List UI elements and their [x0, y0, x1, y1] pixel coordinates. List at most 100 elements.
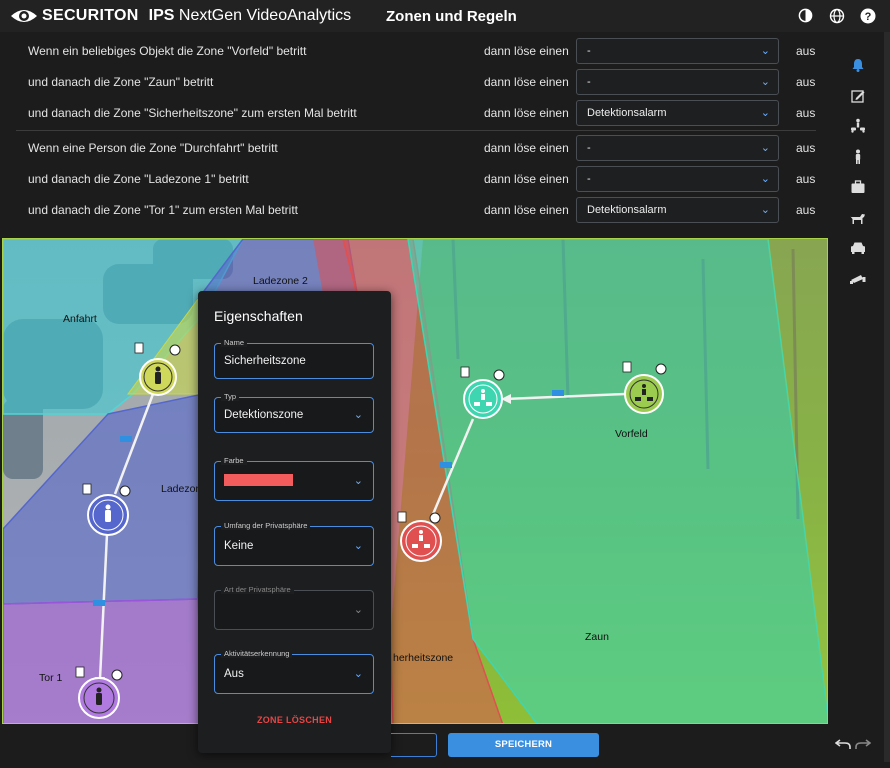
zone-label-ladezone-2: Ladezone 2 — [253, 275, 308, 287]
rule-condition: und danach die Zone "Tor 1" zum ersten M… — [28, 203, 298, 217]
activity-detection-select[interactable]: Aktivitätserkennung Aus ⌄ — [214, 649, 374, 694]
zone-label-tor-1: Tor 1 — [39, 672, 63, 684]
rule-action-select[interactable]: - ⌄ — [576, 135, 779, 161]
zone-node-zaun[interactable] — [463, 379, 503, 419]
rule-state: aus — [796, 106, 816, 120]
rule-action-value: - — [587, 76, 591, 88]
zone-label-zaun: Zaun — [585, 631, 609, 643]
redo-icon[interactable] — [855, 738, 871, 750]
rule-condition: Wenn ein beliebiges Objekt die Zone "Vor… — [28, 44, 307, 58]
rule-row: und danach die Zone "Sicherheitszone" zu… — [16, 97, 816, 128]
product-name-rest: NextGen VideoAnalytics — [174, 7, 352, 24]
undo-redo-group — [835, 738, 871, 750]
field-label: Aktivitätserkennung — [221, 649, 293, 658]
rule-action-select[interactable]: - ⌄ — [576, 166, 779, 192]
edit-icon[interactable] — [838, 81, 878, 112]
help-icon[interactable]: ? — [859, 7, 876, 24]
right-sidebar — [838, 50, 878, 294]
chevron-down-icon: ⌄ — [353, 668, 363, 680]
rule-condition: Wenn eine Person die Zone "Durchfahrt" b… — [28, 141, 278, 155]
rule-then: dann löse einen — [484, 172, 569, 186]
zone-type-select[interactable]: Typ Detektionszone ⌄ — [214, 392, 374, 433]
chevron-down-icon: ⌄ — [353, 540, 363, 552]
rule-action-value: - — [587, 173, 591, 185]
rule-condition: und danach die Zone "Ladezone 1" betritt — [28, 172, 249, 186]
securiton-eye-icon — [11, 10, 37, 22]
dog-icon[interactable] — [838, 203, 878, 234]
zone-canvas[interactable]: Anfahrt Ladezone 2 Ladezone Tor 1 Vorfel… — [3, 239, 828, 724]
rule-state: aus — [796, 172, 816, 186]
chevron-down-icon: ⌄ — [760, 107, 770, 119]
undo-icon[interactable] — [835, 738, 851, 750]
zone-color-select[interactable]: Farbe ⌄ — [214, 456, 374, 501]
camera-icon[interactable] — [838, 264, 878, 295]
chevron-down-icon: ⌄ — [760, 142, 770, 154]
rule-action-value: - — [587, 142, 591, 154]
globe-icon[interactable] — [828, 7, 845, 24]
rule-then: dann löse einen — [484, 44, 569, 58]
rule-action-value: Detektionsalarm — [587, 107, 667, 119]
rule-row: Wenn eine Person die Zone "Durchfahrt" b… — [16, 132, 816, 163]
camera-view[interactable]: Anfahrt Ladezone 2 Ladezone Tor 1 Vorfel… — [2, 238, 828, 724]
rule-state: aus — [796, 141, 816, 155]
chevron-down-icon: ⌄ — [760, 204, 770, 216]
rule-row: und danach die Zone "Ladezone 1" betritt… — [16, 163, 816, 194]
rule-action-select[interactable]: - ⌄ — [576, 38, 779, 64]
zone-node-vorfeld[interactable] — [624, 374, 664, 414]
zone-node-anfahrt[interactable] — [139, 358, 177, 396]
luggage-icon[interactable] — [838, 172, 878, 203]
person-icon[interactable] — [838, 142, 878, 173]
rule-then: dann löse einen — [484, 106, 569, 120]
zone-node-tor-1[interactable] — [78, 677, 120, 719]
rule-row: Wenn ein beliebiges Objekt die Zone "Vor… — [16, 35, 816, 66]
zone-node-sicherheitszone[interactable] — [400, 520, 442, 562]
product-name: IPS NextGen VideoAnalytics — [149, 7, 351, 25]
cancel-button[interactable] — [391, 733, 437, 757]
field-label: Name — [221, 338, 248, 347]
rule-action-select[interactable]: Detektionsalarm ⌄ — [576, 197, 779, 223]
rule-row: und danach die Zone "Zaun" betritt dann … — [16, 66, 816, 97]
zone-label-anfahrt: Anfahrt — [63, 313, 97, 325]
rule-condition: und danach die Zone "Sicherheitszone" zu… — [28, 106, 357, 120]
rule-state: aus — [796, 75, 816, 89]
delete-zone-button[interactable]: ZONE LÖSCHEN — [198, 715, 391, 725]
zone-node-ladezone[interactable] — [87, 494, 129, 536]
field-value: Detektionszone — [224, 409, 304, 421]
brand-name: SECURITON — [42, 7, 139, 24]
chevron-down-icon: ⌄ — [760, 173, 770, 185]
product-name-bold: IPS — [148, 7, 175, 24]
field-value: Aus — [224, 668, 244, 680]
contrast-icon[interactable] — [797, 7, 814, 24]
field-value: Keine — [224, 540, 254, 552]
svg-text:?: ? — [864, 11, 871, 23]
top-bar: SECURITON IPS NextGen VideoAnalytics Zon… — [0, 0, 890, 32]
zone-label-sicherheitszone: herheitszone — [393, 652, 453, 664]
chevron-down-icon: ⌄ — [353, 604, 363, 616]
scrollbar[interactable] — [884, 32, 890, 762]
chevron-down-icon: ⌄ — [353, 475, 363, 487]
rule-then: dann löse einen — [484, 141, 569, 155]
field-label: Umfang der Privatsphäre — [221, 521, 311, 530]
panel-title: Eigenschaften — [214, 308, 303, 324]
car-icon[interactable] — [838, 233, 878, 264]
chevron-down-icon: ⌄ — [353, 409, 363, 421]
rule-state: aus — [796, 203, 816, 217]
rule-action-value: - — [587, 45, 591, 57]
securiton-logo: SECURITON IPS NextGen VideoAnalytics — [10, 7, 351, 25]
privacy-type-select[interactable]: Art der Privatsphäre ⌄ — [214, 585, 374, 630]
rule-action-value: Detektionsalarm — [587, 204, 667, 216]
rule-action-select[interactable]: Detektionsalarm ⌄ — [576, 100, 779, 126]
person-vehicle-icon[interactable] — [838, 111, 878, 142]
rule-row: und danach die Zone "Tor 1" zum ersten M… — [16, 194, 816, 225]
zone-name-field[interactable]: Name Sicherheitszone — [214, 338, 374, 379]
rule-action-select[interactable]: - ⌄ — [576, 69, 779, 95]
field-label: Farbe — [221, 456, 247, 465]
color-swatch — [224, 474, 293, 486]
zone-label-vorfeld: Vorfeld — [615, 428, 648, 440]
bell-icon[interactable] — [838, 50, 878, 81]
rule-state: aus — [796, 44, 816, 58]
save-button[interactable]: SPEICHERN — [448, 733, 599, 757]
chevron-down-icon: ⌄ — [760, 45, 770, 57]
field-label: Art der Privatsphäre — [221, 585, 294, 594]
privacy-scope-select[interactable]: Umfang der Privatsphäre Keine ⌄ — [214, 521, 374, 566]
